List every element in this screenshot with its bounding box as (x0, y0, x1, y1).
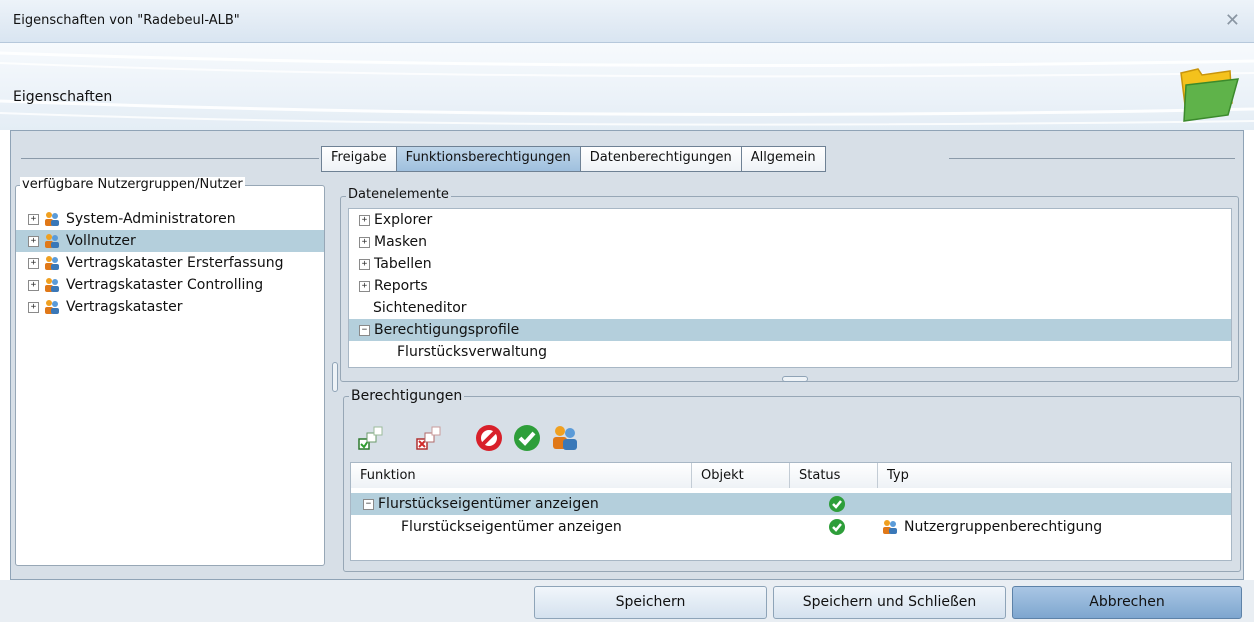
tree-item-label: Reports (374, 278, 428, 294)
page-title: Eigenschaften (13, 89, 113, 105)
data-elements-legend: Datenelemente (346, 187, 451, 202)
user-group-icon (45, 234, 59, 248)
cancel-button[interactable]: Abbrechen (1012, 586, 1242, 619)
tree-item-vertragskataster[interactable]: + Vertragskataster (16, 296, 324, 318)
expand-icon[interactable]: + (28, 279, 39, 291)
column-header-funktion[interactable]: Funktion (351, 463, 692, 488)
tree-item-berechtigungsprofile[interactable]: − Berechtigungsprofile (349, 319, 1231, 341)
status-allowed-icon (829, 496, 845, 512)
expand-icon[interactable]: + (359, 258, 370, 270)
window-title: Eigenschaften von "Radebeul-ALB" (13, 13, 240, 28)
tree-item-vertragskataster-ersterfassung[interactable]: + Vertragskataster Ersterfassung (16, 252, 324, 274)
tree-item-tabellen[interactable]: + Tabellen (349, 253, 1231, 275)
user-group-icon[interactable] (550, 423, 580, 453)
divider (21, 158, 319, 159)
user-group-icon (45, 300, 59, 314)
expand-icon[interactable]: + (28, 301, 39, 313)
tree-item-label: Berechtigungsprofile (374, 322, 520, 338)
close-icon[interactable]: ✕ (1225, 10, 1240, 31)
table-row[interactable]: − Flurstückseigentümer anzeigen (351, 493, 1231, 515)
permissions-toolbar (352, 417, 1232, 461)
column-header-status[interactable]: Status (790, 463, 878, 488)
status-allowed-icon (829, 519, 845, 535)
tab-funktionsberechtigungen[interactable]: Funktionsberechtigungen (396, 147, 581, 171)
tree-item-masken[interactable]: + Masken (349, 231, 1231, 253)
expand-icon[interactable]: + (28, 257, 39, 269)
permissions-table: Funktion Objekt Status Typ − Flurstücksei… (350, 462, 1232, 561)
data-elements-tree: + Explorer + Masken + Tabellen + Reports Sic… (348, 208, 1232, 368)
expand-icon[interactable]: + (359, 214, 370, 226)
tab-freigabe[interactable]: Freigabe (322, 147, 397, 171)
expand-icon[interactable]: + (28, 213, 39, 225)
table-row[interactable]: Flurstückseigentümer anzeigen Nutzergrup… (351, 516, 1231, 538)
tree-item-label: Flurstücksverwaltung (397, 344, 548, 360)
tree-item-reports[interactable]: + Reports (349, 275, 1231, 297)
cell-funktion: Flurstückseigentümer anzeigen (401, 519, 622, 535)
save-button[interactable]: Speichern (534, 586, 767, 619)
user-groups-panel: verfügbare Nutzergruppen/Nutzer + System-… (15, 177, 325, 566)
header-decoration (0, 51, 1254, 126)
cell-typ: Nutzergruppenberechtigung (881, 516, 1102, 538)
column-header-objekt[interactable]: Objekt (692, 463, 790, 488)
tree-item-label: Vertragskataster (66, 299, 183, 315)
tree-item-label: System-Administratoren (66, 211, 236, 227)
revoke-all-icon[interactable] (414, 425, 444, 455)
expand-icon[interactable]: + (359, 280, 370, 292)
folder-icon (1180, 68, 1240, 122)
vertical-splitter[interactable] (332, 362, 338, 392)
tree-item-sichteneditor[interactable]: Sichteneditor (349, 297, 1231, 319)
divider (949, 158, 1235, 159)
allow-icon[interactable] (512, 423, 542, 453)
tree-item-explorer[interactable]: + Explorer (349, 209, 1231, 231)
user-groups-legend: verfügbare Nutzergruppen/Nutzer (20, 177, 245, 192)
tree-item-label: Masken (374, 234, 428, 250)
tree-item-label: Vollnutzer (66, 233, 136, 249)
tree-item-label: Sichteneditor (373, 300, 467, 316)
collapse-icon[interactable]: − (363, 498, 374, 510)
tree-item-label: Explorer (374, 212, 433, 228)
column-header-typ[interactable]: Typ (878, 463, 1231, 488)
expand-icon[interactable]: + (359, 236, 370, 248)
user-group-icon (45, 212, 59, 226)
user-group-icon (883, 520, 897, 534)
cell-funktion: Flurstückseigentümer anzeigen (378, 496, 599, 512)
user-group-icon (45, 256, 59, 270)
tree-item-vertragskataster-controlling[interactable]: + Vertragskataster Controlling (16, 274, 324, 296)
permissions-legend: Berechtigungen (349, 388, 465, 404)
tree-item-vollnutzer[interactable]: + Vollnutzer (16, 230, 324, 252)
collapse-icon[interactable]: − (359, 324, 370, 336)
expand-icon[interactable]: + (28, 235, 39, 247)
tab-datenberechtigungen[interactable]: Datenberechtigungen (580, 147, 742, 171)
cell-typ-label: Nutzergruppenberechtigung (904, 519, 1103, 535)
tab-bar: Freigabe Funktionsberechtigungen Datenbe… (321, 146, 826, 172)
deny-icon[interactable] (474, 423, 504, 453)
horizontal-splitter[interactable] (782, 376, 808, 382)
tree-item-label: Vertragskataster Ersterfassung (66, 255, 284, 271)
tree-item-flurstuecksverwaltung[interactable]: Flurstücksverwaltung (349, 341, 1231, 363)
tree-item-label: Vertragskataster Controlling (66, 277, 264, 293)
title-bar: Eigenschaften von "Radebeul-ALB" ✕ (0, 0, 1254, 43)
tree-item-system-administratoren[interactable]: + System-Administratoren (16, 208, 324, 230)
user-groups-tree: + System-Administratoren + Vollnutzer + Ver… (16, 208, 324, 318)
user-group-icon (45, 278, 59, 292)
grant-all-icon[interactable] (356, 425, 386, 455)
save-and-close-button[interactable]: Speichern und Schließen (773, 586, 1006, 619)
header-band: Eigenschaften (0, 43, 1254, 130)
tab-allgemein[interactable]: Allgemein (741, 147, 825, 171)
tree-item-label: Tabellen (374, 256, 432, 272)
